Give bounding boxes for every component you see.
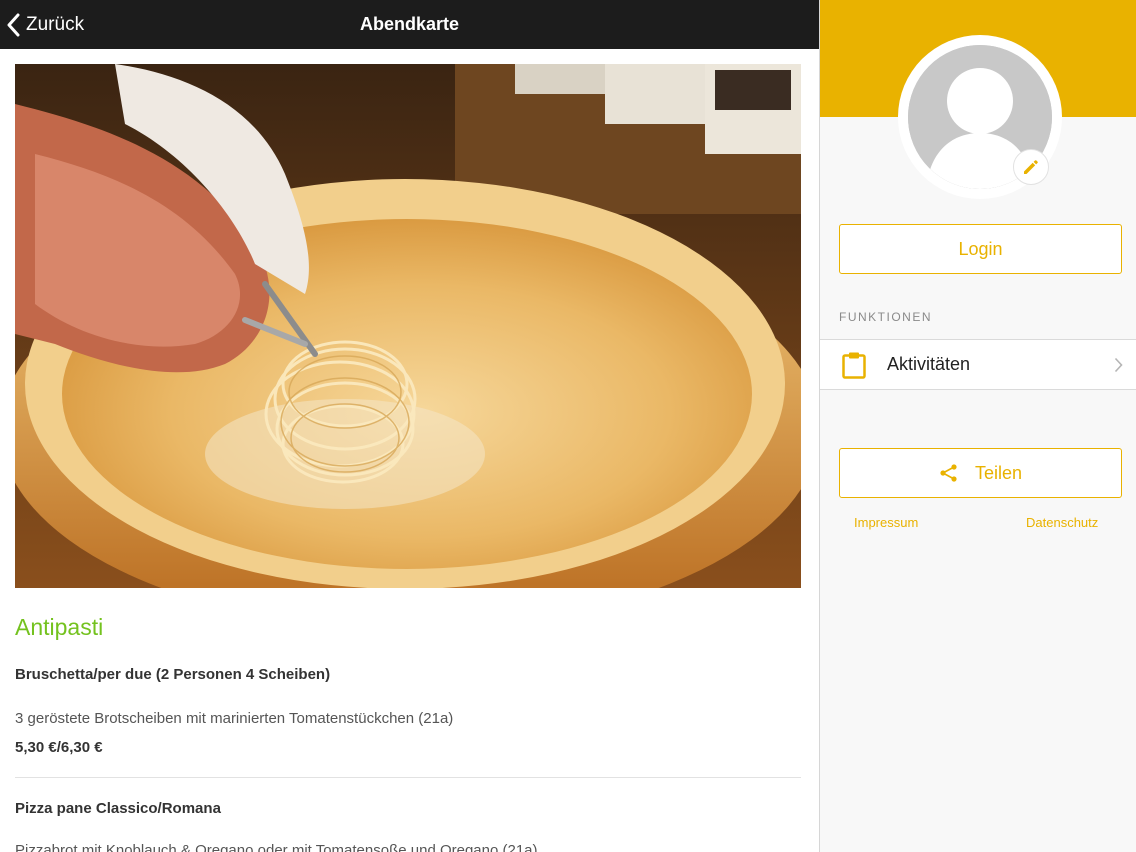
menu-item-name: Pizza pane Classico/Romana <box>15 800 221 817</box>
imprint-link[interactable]: Impressum <box>854 515 918 530</box>
login-button[interactable]: Login <box>839 224 1122 274</box>
chevron-left-icon <box>7 13 20 36</box>
share-label: Teilen <box>974 462 1023 483</box>
page-title: Abendkarte <box>359 14 460 34</box>
activities-label: Aktivitäten <box>887 354 971 374</box>
edit-profile-button[interactable] <box>1013 149 1049 185</box>
menu-item-description: Pizzabrot mit Knoblauch & Oregano oder m… <box>15 842 538 852</box>
privacy-link[interactable]: Datenschutz <box>1026 515 1098 530</box>
navigation-bar: Zurück Abendkarte <box>0 0 819 49</box>
pencil-icon <box>1024 160 1038 174</box>
item-divider <box>15 777 801 778</box>
menu-item-price: 5,30 €/6,30 € <box>15 739 103 756</box>
section-title-antipasti: Antipasti <box>15 614 104 640</box>
menu-item-activities[interactable]: Aktivitäten <box>820 339 1136 390</box>
functions-section-label: FUNKTIONEN <box>839 310 932 324</box>
chevron-right-icon <box>1114 357 1123 373</box>
menu-item-name: Bruschetta/per due (2 Personen 4 Scheibe… <box>15 666 331 683</box>
side-panel: Login FUNKTIONEN Aktivitäten Teilen Impr… <box>819 0 1136 852</box>
clipboard-icon <box>842 352 866 379</box>
back-label: Zurück <box>26 13 85 35</box>
back-button[interactable]: Zurück <box>6 0 84 49</box>
menu-hero-photo <box>15 64 801 588</box>
share-button[interactable]: Teilen <box>839 448 1122 498</box>
menu-item-description: 3 geröstete Brotscheiben mit marinierten… <box>15 710 454 727</box>
share-icon <box>940 464 957 482</box>
main-content: Zurück Abendkarte Antipasti Bruschetta/p… <box>0 0 819 852</box>
